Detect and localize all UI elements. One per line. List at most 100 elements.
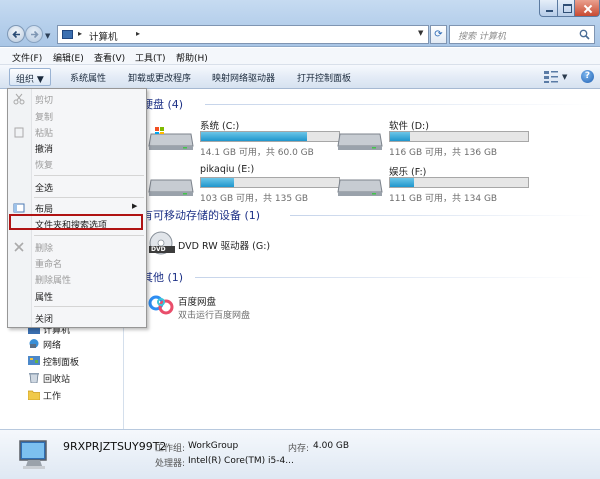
drive-name: 软件 (D:) (389, 121, 429, 132)
memory-value: 4.00 GB (313, 441, 350, 451)
close-button[interactable] (574, 0, 600, 17)
workgroup-value: WorkGroup (188, 441, 239, 451)
computer-icon (62, 30, 73, 39)
menu-view[interactable]: 查看(V) (94, 51, 125, 64)
menu-item-label: 重命名 (35, 260, 63, 270)
nav-item-label: 网络 (43, 341, 62, 351)
control-panel-icon (28, 356, 40, 365)
menu-separator (34, 235, 144, 236)
search-icon[interactable] (579, 29, 590, 40)
breadcrumb-computer[interactable]: 计算机 (89, 29, 118, 43)
menu-item-delete[interactable]: 删除 (10, 239, 144, 255)
hard-drive-icon (337, 133, 383, 150)
drive-usage-fill (201, 178, 234, 187)
drive-usage-bar (200, 131, 340, 142)
menu-item-remove-properties[interactable]: 删除属性 (10, 271, 144, 287)
drive-name: 系统 (C:) (200, 121, 240, 132)
drive-usage-bar (200, 177, 340, 188)
baidu-netdisk-item[interactable]: 百度网盘 双击运行百度网盘 (147, 292, 347, 322)
address-bar[interactable]: ▸ 计算机 ▸ ▼ (57, 25, 429, 44)
menu-item-paste[interactable]: 粘贴 (10, 124, 144, 140)
open-control-panel-button[interactable]: 打开控制面板 (297, 71, 351, 84)
menu-item-label: 撤消 (35, 145, 54, 155)
back-button[interactable] (7, 25, 25, 43)
arrow-left-icon (12, 30, 20, 39)
menu-item-redo[interactable]: 恢复 (10, 156, 144, 172)
menu-help[interactable]: 帮助(H) (176, 51, 208, 64)
search-box[interactable]: 搜索 计算机 (449, 25, 595, 44)
processor-value: Intel(R) Core(TM) i5-4... (188, 456, 294, 466)
drive-e[interactable]: pikaqiu (E:) 103 GB 可用，共 135 GB (147, 164, 347, 204)
group-divider (290, 215, 595, 216)
menu-item-copy[interactable]: 复制 (10, 108, 144, 124)
menu-item-label: 剪切 (35, 96, 54, 106)
breadcrumb-separator-icon[interactable]: ▸ (136, 29, 140, 38)
organize-menu: 剪切 复制 粘贴 撤消 恢复 全选 布局 文件夹和搜索选项 删除 重命名 删除属… (7, 88, 147, 328)
menu-separator (34, 306, 144, 307)
drive-d[interactable]: 软件 (D:) 116 GB 可用，共 136 GB (336, 118, 536, 158)
system-properties-button[interactable]: 系统属性 (70, 71, 106, 84)
menu-separator (34, 197, 144, 198)
computer-icon (19, 440, 47, 469)
arrow-right-icon (31, 30, 39, 39)
menu-item-undo[interactable]: 撤消 (10, 140, 144, 156)
address-dropdown-icon[interactable]: ▼ (418, 29, 423, 37)
recent-pages-dropdown-icon[interactable]: ▼ (45, 32, 50, 40)
drive-usage-bar (389, 131, 529, 142)
maximize-button[interactable] (557, 0, 575, 17)
menu-item-select-all[interactable]: 全选 (10, 179, 144, 195)
view-options-dropdown-icon[interactable]: ▼ (562, 73, 567, 81)
drive-c[interactable]: 系统 (C:) 14.1 GB 可用，共 60.0 GB (147, 118, 347, 158)
menu-item-rename[interactable]: 重命名 (10, 255, 144, 271)
menu-item-close[interactable]: 关闭 (10, 310, 144, 326)
refresh-button[interactable]: ⟳ (430, 25, 447, 44)
minimize-button[interactable] (539, 0, 558, 17)
menu-item-label: 恢复 (35, 161, 54, 171)
nav-item-label: 回收站 (43, 375, 71, 385)
recycle-bin-icon (29, 373, 39, 383)
breadcrumb-separator-icon[interactable]: ▸ (78, 29, 82, 38)
nav-item-label: 工作 (43, 392, 62, 402)
menu-file[interactable]: 文件(F) (12, 51, 42, 64)
drive-usage-bar (389, 177, 529, 188)
menu-tools[interactable]: 工具(T) (135, 51, 166, 64)
paste-icon (14, 127, 24, 138)
menu-item-label: 删除 (35, 244, 54, 254)
organize-button[interactable]: 组织 ▼ (9, 68, 51, 86)
menu-item-label: 复制 (35, 113, 54, 123)
hard-drive-icon (148, 179, 194, 196)
search-input[interactable]: 搜索 计算机 (458, 29, 506, 42)
change-view-icon[interactable] (543, 70, 559, 84)
command-bar: 组织 ▼ 系统属性 卸载或更改程序 映射网络驱动器 打开控制面板 ▼ ? (0, 65, 600, 89)
delete-icon (14, 242, 24, 252)
uninstall-program-button[interactable]: 卸载或更改程序 (128, 71, 191, 84)
drive-f[interactable]: 娱乐 (F:) 111 GB 可用，共 134 GB (336, 164, 536, 204)
scissors-icon (13, 93, 25, 105)
baidu-netdisk-icon (148, 295, 174, 315)
drive-name: DVD RW 驱动器 (G:) (178, 241, 271, 252)
menu-item-label: 删除属性 (35, 276, 72, 286)
layout-icon (13, 203, 25, 213)
forward-button[interactable] (25, 25, 43, 43)
item-name: 百度网盘 (178, 297, 217, 308)
group-header-other[interactable]: 其他 (1) (142, 269, 183, 285)
hard-drive-icon (337, 179, 383, 196)
drive-g-dvd[interactable]: DVD DVD RW 驱动器 (G:) (147, 230, 347, 256)
menu-item-properties[interactable]: 属性 (10, 288, 144, 304)
submenu-arrow-icon: ▶ (132, 202, 138, 210)
help-icon[interactable]: ? (581, 70, 594, 83)
dvd-badge: DVD (151, 246, 166, 253)
windows-drive-icon (148, 127, 194, 150)
group-divider (205, 104, 595, 105)
menu-edit[interactable]: 编辑(E) (53, 51, 84, 64)
drive-free-space: 111 GB 可用，共 134 GB (389, 194, 498, 204)
group-header-hard-disks[interactable]: 硬盘 (4) (142, 96, 183, 112)
item-subtitle: 双击运行百度网盘 (178, 311, 251, 321)
drive-usage-fill (390, 178, 414, 187)
menu-item-label: 属性 (35, 293, 54, 303)
computer-name: 9RXPRJZTSUY99T2 (63, 440, 167, 453)
network-icon (29, 339, 39, 348)
menu-item-cut[interactable]: 剪切 (10, 91, 144, 107)
group-header-removable[interactable]: 有可移动存储的设备 (1) (142, 207, 260, 223)
map-network-drive-button[interactable]: 映射网络驱动器 (212, 71, 275, 84)
